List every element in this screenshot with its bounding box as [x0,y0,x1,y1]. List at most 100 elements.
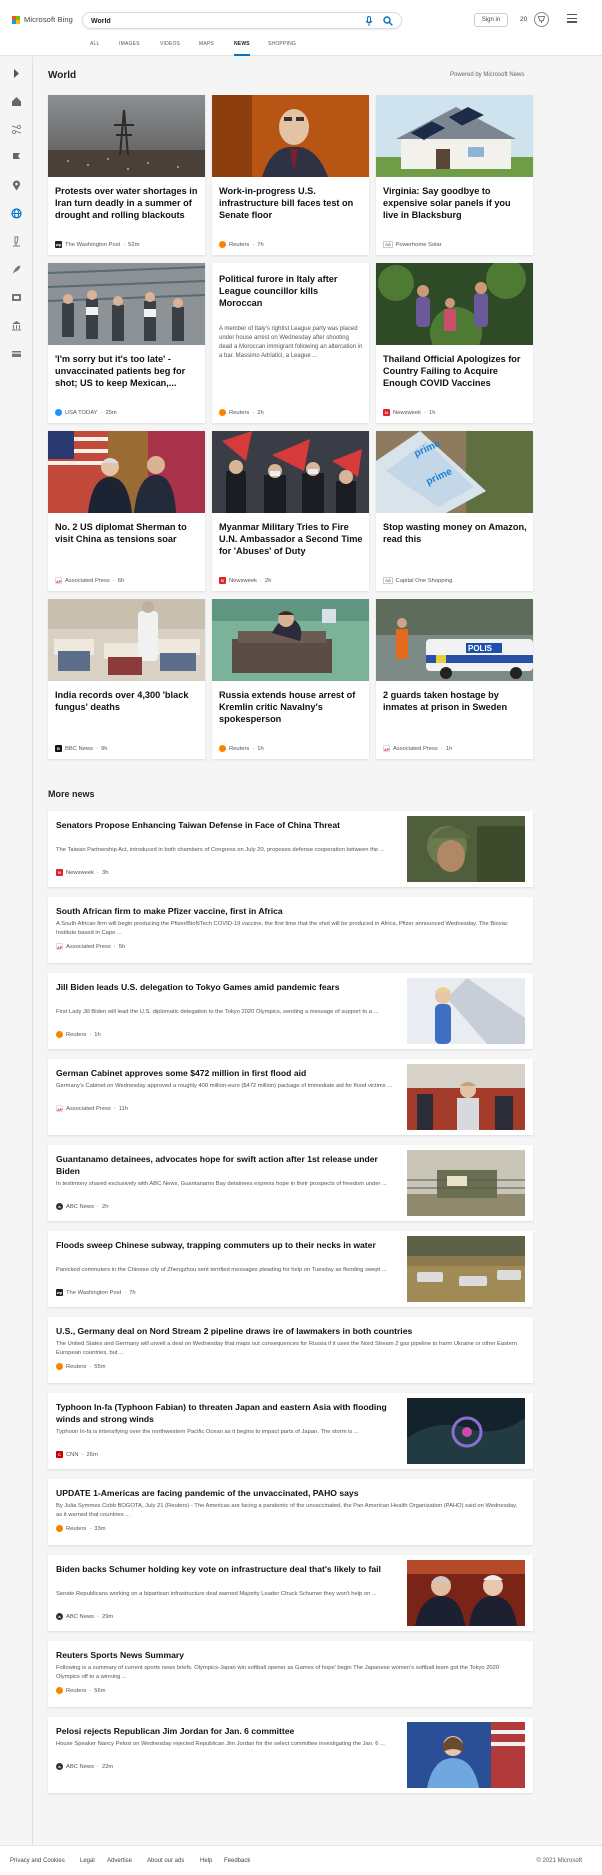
tab-images[interactable]: IMAGES [119,36,140,56]
card-title[interactable]: No. 2 US diplomat Sherman to visit China… [55,521,199,545]
card-title[interactable]: 2 guards taken hostage by inmates at pri… [383,689,527,713]
item-source[interactable]: Reuters · 55m [56,1363,106,1370]
card-source[interactable]: Ad Powerhome Solar [383,241,442,248]
more-news-item[interactable]: Biden backs Schumer holding key vote on … [48,1555,533,1631]
card-source[interactable]: N Newsweek · 2h [219,577,271,584]
item-title[interactable]: Reuters Sports News Summary [56,1649,521,1661]
item-title[interactable]: U.S., Germany deal on Nord Stream 2 pipe… [56,1325,521,1337]
item-title[interactable]: Typhoon In-fa (Typhoon Fabian) to threat… [56,1401,396,1425]
item-source[interactable]: Reuters · 56m [56,1687,106,1694]
news-card[interactable]: POLIS 2 guards taken hostage by inmates … [376,599,533,759]
powered-by[interactable]: Powered by Microsoft News [450,72,524,78]
item-source[interactable]: a ABC News · 2h [56,1203,108,1210]
more-news-item[interactable]: Guantanamo detainees, advocates hope for… [48,1145,533,1221]
flag-icon[interactable] [11,150,22,162]
item-title[interactable]: Senators Propose Enhancing Taiwan Defens… [56,819,396,831]
hamburger-menu-icon[interactable] [567,14,577,24]
item-source[interactable]: AP Associated Press · 5h [56,943,125,950]
more-news-item[interactable]: Senators Propose Enhancing Taiwan Defens… [48,811,533,887]
item-source[interactable]: Reuters · 33m [56,1525,106,1532]
card-title[interactable]: Stop wasting money on Amazon, read this [383,521,527,545]
rewards-icon[interactable] [534,12,549,27]
rocket-icon[interactable] [11,262,22,274]
scissors-icon[interactable] [11,122,22,135]
more-news-item[interactable]: Pelosi rejects Republican Jim Jordan for… [48,1717,533,1793]
news-card[interactable]: Myanmar Military Tries to Fire U.N. Amba… [212,431,369,591]
item-title[interactable]: Pelosi rejects Republican Jim Jordan for… [56,1725,396,1737]
card-title[interactable]: Virginia: Say goodbye to expensive solar… [383,185,527,221]
card-title[interactable]: India records over 4,300 'black fungus' … [55,689,199,713]
tab-all[interactable]: ALL [90,36,100,56]
item-source[interactable]: wp The Washington Post · 7h [56,1289,136,1296]
card-title[interactable]: Work-in-progress U.S. infrastructure bil… [219,185,363,221]
card-title[interactable]: Myanmar Military Tries to Fire U.N. Amba… [219,521,363,557]
news-card[interactable]: Virginia: Say goodbye to expensive solar… [376,95,533,255]
card-source[interactable]: Ad Capital One Shopping [383,577,452,584]
more-news-item[interactable]: Jill Biden leads U.S. delegation to Toky… [48,973,533,1049]
more-news-item[interactable]: German Cabinet approves some $472 millio… [48,1059,533,1135]
more-news-item[interactable]: U.S., Germany deal on Nord Stream 2 pipe… [48,1317,533,1383]
item-source[interactable]: Reuters · 1h [56,1031,101,1038]
card-source[interactable]: N Newsweek · 1h [383,409,435,416]
rewards-points[interactable]: 20 [520,16,527,23]
news-card[interactable]: Russia extends house arrest of Kremlin c… [212,599,369,759]
card-source[interactable]: B BBC News · 9h [55,745,107,752]
bank-icon[interactable] [11,318,22,331]
news-card[interactable]: Work-in-progress U.S. infrastructure bil… [212,95,369,255]
card-source[interactable]: AP Associated Press · 1h [383,745,452,752]
footer-link-help[interactable]: Help [200,1858,212,1864]
expand-sidebar-icon[interactable] [11,66,22,78]
card-icon[interactable] [11,346,22,357]
item-source[interactable]: AP Associated Press · 11h [56,1105,128,1112]
card-title[interactable]: Thailand Official Apologizes for Country… [383,353,527,389]
tab-videos[interactable]: VIDEOS [160,36,180,56]
tab-maps[interactable]: MAPS [199,36,214,56]
footer-link-feedback[interactable]: Feedback [224,1858,250,1864]
card-title[interactable]: Political furore in Italy after League c… [219,273,363,309]
footer-link-about-ads[interactable]: About our ads [147,1858,184,1864]
item-source[interactable]: a ABC News · 29m [56,1613,113,1620]
more-news-item[interactable]: Reuters Sports News Summary Following is … [48,1641,533,1707]
footer-link-advertise[interactable]: Advertise [107,1858,132,1864]
microscope-icon[interactable] [11,234,22,247]
card-title[interactable]: Protests over water shortages in Iran tu… [55,185,199,221]
tab-shopping[interactable]: SHOPPING [268,36,296,56]
more-news-item[interactable]: UPDATE 1-Americas are facing pandemic of… [48,1479,533,1545]
news-card[interactable]: 'I'm sorry but it's too late' - unvaccin… [48,263,205,423]
news-card[interactable]: Political furore in Italy after League c… [212,263,369,423]
item-title[interactable]: German Cabinet approves some $472 millio… [56,1067,396,1079]
footer-link-privacy[interactable]: Privacy and Cookies [10,1858,65,1864]
globe-icon[interactable] [11,206,22,219]
search-input[interactable] [91,15,341,27]
item-title[interactable]: UPDATE 1-Americas are facing pandemic of… [56,1487,521,1499]
card-source[interactable]: Reuters · 2h [219,409,264,416]
footer-link-legal[interactable]: Legal [80,1858,95,1864]
tab-news[interactable]: NEWS [234,36,250,56]
location-pin-icon[interactable] [11,178,22,191]
bing-logo[interactable]: Microsoft Bing [12,15,73,24]
more-news-item[interactable]: Typhoon In-fa (Typhoon Fabian) to threat… [48,1393,533,1469]
item-source[interactable]: a ABC News · 22m [56,1763,113,1770]
more-news-item[interactable]: Floods sweep Chinese subway, trapping co… [48,1231,533,1307]
card-source[interactable]: Reuters · 1h [219,745,264,752]
item-title[interactable]: Biden backs Schumer holding key vote on … [56,1563,396,1575]
search-icon[interactable] [383,16,393,26]
item-source[interactable]: N Newsweek · 3h [56,869,108,876]
item-title[interactable]: Jill Biden leads U.S. delegation to Toky… [56,981,396,993]
home-icon[interactable] [11,94,22,106]
film-icon[interactable] [11,290,22,301]
microphone-icon[interactable] [365,16,373,26]
card-source[interactable]: Reuters · 7h [219,241,264,248]
card-source[interactable]: wp The Washington Post · 52m [55,241,139,248]
news-card[interactable]: India records over 4,300 'black fungus' … [48,599,205,759]
item-title[interactable]: South African firm to make Pfizer vaccin… [56,905,521,917]
news-card[interactable]: No. 2 US diplomat Sherman to visit China… [48,431,205,591]
card-source[interactable]: USA TODAY · 25m [55,409,117,416]
card-source[interactable]: AP Associated Press · 6h [55,577,124,584]
news-card[interactable]: Thailand Official Apologizes for Country… [376,263,533,423]
more-news-item[interactable]: South African firm to make Pfizer vaccin… [48,897,533,963]
news-card[interactable]: Protests over water shortages in Iran tu… [48,95,205,255]
card-title[interactable]: 'I'm sorry but it's too late' - unvaccin… [55,353,199,389]
news-card[interactable]: prime prime Stop wasting money on Amazon,… [376,431,533,591]
item-title[interactable]: Guantanamo detainees, advocates hope for… [56,1153,396,1177]
